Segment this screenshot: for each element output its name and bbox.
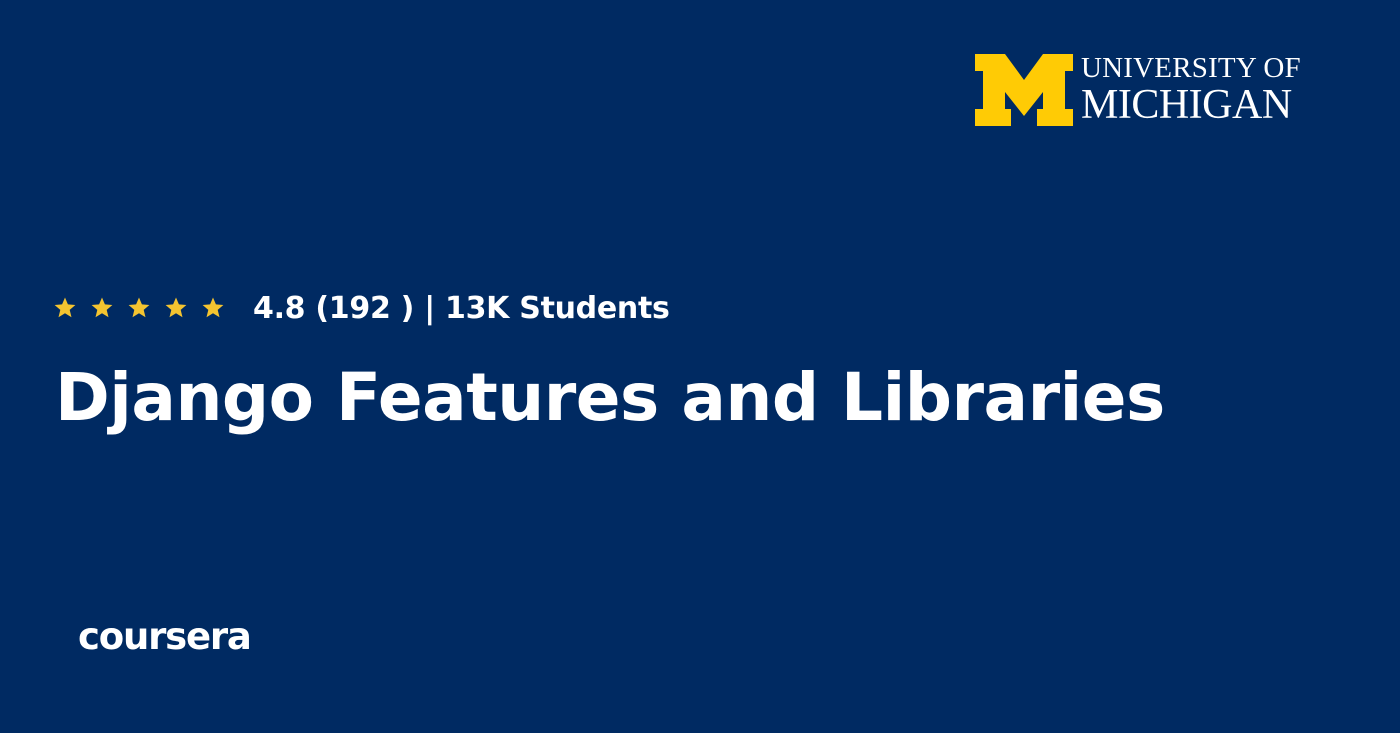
block-m-icon — [975, 54, 1073, 126]
course-title: Django Features and Libraries — [55, 359, 1165, 436]
star-icon — [128, 297, 150, 318]
star-icon — [202, 297, 224, 318]
rating-row: 4.8 (192 ) | 13K Students — [53, 284, 670, 332]
university-of-michigan-logo: UNIVERSITY OF MICHIGAN — [975, 54, 1301, 126]
rating-summary: 4.8 (192 ) | 13K Students — [253, 290, 670, 326]
university-wordmark: UNIVERSITY OF MICHIGAN — [1081, 52, 1301, 128]
star-icon — [165, 297, 187, 318]
star-rating — [53, 296, 225, 320]
university-of-text: UNIVERSITY OF — [1081, 52, 1301, 84]
star-icon — [54, 297, 76, 318]
star-icon — [91, 297, 113, 318]
michigan-text: MICHIGAN — [1081, 82, 1292, 128]
course-banner: UNIVERSITY OF MICHIGAN 4.8 (192 ) | 13K … — [0, 0, 1400, 733]
coursera-logo: coursera — [78, 615, 252, 658]
